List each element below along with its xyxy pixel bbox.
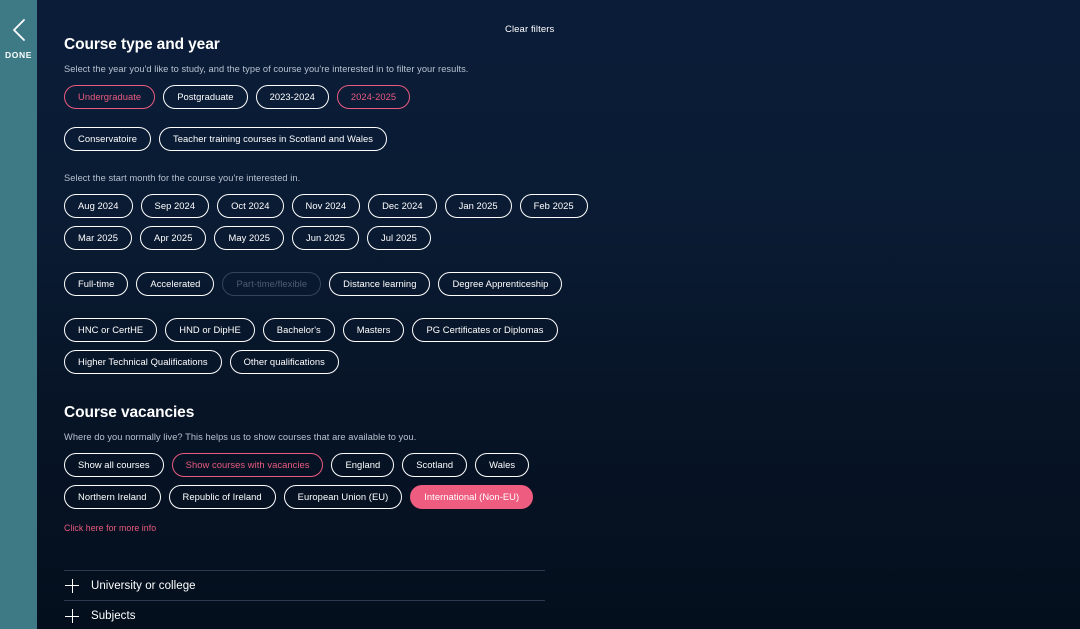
filter-pill[interactable]: Aug 2024 [64,194,133,218]
start-month-row-1: Aug 2024 Sep 2024 Oct 2024 Nov 2024 Dec 2024… [64,194,1080,218]
accordion-row[interactable]: University or college [64,570,545,601]
more-info-link[interactable]: Click here for more info [64,523,156,533]
filter-pill[interactable]: Higher Technical Qualifications [64,350,222,374]
filter-pill[interactable]: 2024-2025 [336,85,411,109]
plus-icon [64,608,80,624]
study-mode-row: Full-time Accelerated Part-time/flexible Di… [64,272,1080,296]
course-type-heading: Course type and year [64,36,220,53]
filter-pill[interactable]: Show courses with vacancies [171,453,324,477]
filters-accordion: University or collegeSubjectsEntry requi… [64,570,545,629]
accordion-label: Subjects [91,610,136,622]
filter-pill[interactable]: Other qualifications [229,350,339,374]
vacancies-row-1: Show all courses Show courses with vacanc… [64,453,1080,477]
filter-pill[interactable]: Distance learning [329,272,431,296]
start-month-helper: Select the start month for the course yo… [64,173,301,183]
course-type-row-1: Undergraduate Postgraduate 2023-2024 2024-2… [64,85,1080,109]
filter-pill[interactable]: Apr 2025 [140,226,207,250]
filter-pill[interactable]: Feb 2025 [519,194,588,218]
filter-pill[interactable]: Conservatoire [64,127,152,151]
filter-pill[interactable]: England [331,453,395,477]
filter-pill[interactable]: European Union (EU) [283,485,403,509]
course-type-helper: Select the year you'd like to study, and… [64,64,469,74]
filters-screen: DONE Clear filters Course type and year … [0,0,1080,629]
qualifications-row-1: HNC or CertHE HND or DipHE Bachelor's Maste… [64,318,1080,342]
chevron-left-icon [9,17,29,43]
vacancies-row-2: Northern Ireland Republic of Ireland Europ… [64,485,1080,509]
course-vacancies-heading: Course vacancies [64,404,195,421]
done-back-button[interactable]: DONE [5,17,32,60]
filter-pill[interactable]: May 2025 [214,226,285,250]
filter-pill[interactable]: Show all courses [64,453,164,477]
filter-pill[interactable]: Dec 2024 [368,194,437,218]
filters-panel: Clear filters Course type and year Selec… [37,0,1080,629]
accordion-label: University or college [91,579,196,592]
filter-pill[interactable]: Jun 2025 [292,226,360,250]
sidebar: DONE [0,0,37,629]
filter-pill[interactable]: Wales [475,453,530,477]
filter-pill[interactable]: Full-time [64,272,129,296]
course-vacancies-section: Course vacancies Where do you normally l… [64,404,1080,536]
qualifications-row-2: Higher Technical Qualifications Other qua… [64,350,1080,374]
filters-content: Course type and year Select the year you… [37,0,1080,629]
clear-filters-button[interactable]: Clear filters [505,24,554,35]
filter-pill[interactable]: Accelerated [136,272,215,296]
filter-pill[interactable]: Scotland [402,453,468,477]
plus-icon [64,578,80,594]
filter-pill[interactable]: 2023-2024 [255,85,329,109]
filter-pill[interactable]: Oct 2024 [217,194,284,218]
filter-pill[interactable]: Bachelor's [262,318,335,342]
filter-pill[interactable]: Sep 2024 [140,194,210,218]
filter-pill[interactable]: Teacher training courses in Scotland and… [159,127,387,151]
filter-pill[interactable]: HNC or CertHE [64,318,158,342]
start-month-row-2: Mar 2025 Apr 2025 May 2025 Jun 2025 Jul 2025 [64,226,1080,250]
filter-pill[interactable]: Mar 2025 [64,226,133,250]
filter-pill[interactable]: Degree Apprenticeship [438,272,563,296]
filter-pill[interactable]: Jan 2025 [444,194,512,218]
filter-pill[interactable]: Republic of Ireland [168,485,276,509]
done-label: DONE [5,50,32,60]
filter-pill[interactable]: Nov 2024 [291,194,361,218]
filter-pill[interactable]: Undergraduate [64,85,156,109]
filter-pill[interactable]: Northern Ireland [64,485,161,509]
filter-pill[interactable]: Postgraduate [163,85,248,109]
filter-pill[interactable]: PG Certificates or Diplomas [412,318,558,342]
filter-pill[interactable]: International (Non-EU) [410,485,534,509]
filter-pill[interactable]: Masters [342,318,405,342]
filter-pill[interactable]: Jul 2025 [367,226,431,250]
course-type-row-2: Conservatoire Teacher training courses in… [64,127,1080,151]
course-vacancies-helper: Where do you normally live? This helps u… [64,432,417,442]
filter-pill: Part-time/flexible [222,272,322,296]
accordion-row[interactable]: Subjects [64,601,545,629]
filter-pill[interactable]: HND or DipHE [165,318,255,342]
